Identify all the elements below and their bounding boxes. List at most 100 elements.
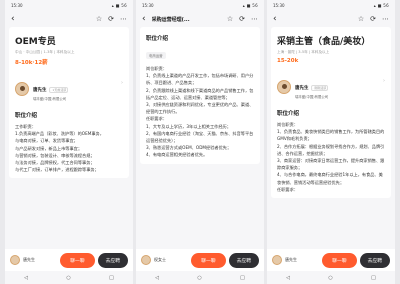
desc-line: 与营销对接，包装设计、审核等流程合规；	[15, 152, 95, 158]
desc-line: 岗位职责：	[146, 66, 167, 71]
apply-button[interactable]: 去应聘	[228, 252, 259, 268]
chat-button[interactable]: 聊一聊	[191, 252, 226, 268]
sys-home-icon[interactable]: ○	[66, 275, 70, 281]
system-nav-bar: ◁ ○ □	[267, 271, 395, 284]
job-card: 职位介绍 电商运营 岗位职责： 1、负责线上渠道的产品开发工作，包括市场调研、用…	[140, 27, 260, 164]
desc-line: 与法务对接，品牌授权，代工合同等事务；	[15, 160, 95, 166]
chevron-right-icon: ›	[121, 80, 123, 86]
recruiter-name: 唐先生	[295, 86, 309, 91]
nav-title: 采购运营经理(...	[151, 16, 190, 23]
job-description: 工作职责： 1.负责高端产品（彩妆、洗护等）的OEM事务， 与电商对接，订单、发…	[15, 123, 123, 173]
job-meta: 上海 · 普陀 | 3-5年 | 本科及以上	[277, 50, 330, 54]
status-icons: ▴ ■ 56	[373, 3, 389, 8]
system-nav-bar: ◁ ○ □	[136, 271, 264, 284]
desc-line: 2、负责跟踪线上渠道和线下渠道商品的产品销售工作，包括产品定位、运动、运营对接、…	[146, 87, 254, 100]
status-bar: 15:30 ▴ ■ 56	[5, 0, 133, 11]
job-title: 采销主管（食品/美妆）	[277, 37, 371, 47]
desc-line: 2、合作方拓展：根据业务规划寻找合作方，规划、品牌引进、合作运营，挖掘优质；	[277, 143, 385, 156]
bottom-action-bar: 唐先生 聊一聊 去应聘	[267, 249, 395, 271]
desc-line: 3、对接供应链资源和利润优化，专业更优的产品、渠道、经营的工作执行。	[146, 102, 254, 115]
bottom-action-bar: 唐先生 聊一聊 去应聘	[5, 249, 133, 271]
top-nav: ‹ ☆ ⟳ ⋯	[5, 11, 133, 27]
job-salary: 8-10k·12薪	[15, 60, 48, 66]
star-icon[interactable]: ☆	[96, 15, 102, 23]
active-badge: · 刚刚活跃	[310, 85, 329, 91]
bottom-action-bar: 权女士 聊一聊 去应聘	[136, 249, 264, 271]
sys-home-icon[interactable]: ○	[328, 275, 332, 281]
more-icon[interactable]: ⋯	[382, 15, 389, 23]
more-icon[interactable]: ⋯	[251, 15, 258, 23]
avatar	[272, 255, 282, 265]
job-tag: 电商运营	[146, 52, 166, 59]
status-icons: ▴ ■ 56	[111, 3, 127, 8]
avatar	[277, 79, 291, 94]
screen-1: 15:30 ▴ ■ 56 ‹ ☆ ⟳ ⋯ OEM专员 中山 · 中山公园 | 1…	[5, 0, 133, 284]
status-bar: 15:30 ▴ ■ 56	[136, 0, 264, 11]
sys-home-icon[interactable]: ○	[197, 275, 201, 281]
avatar	[15, 81, 29, 96]
recruiter-company: 瑞丰盛(中国)有限公司	[33, 97, 67, 101]
status-icons: ▴ ■ 56	[242, 3, 258, 8]
desc-line: 1、大专及以上学历，3年以上相关工作经历；	[146, 123, 231, 129]
desc-line: 1、负责线上渠道的产品开发工作，包括市场调研、用户分析、项目跟进、产品售卖；	[146, 73, 254, 86]
screen-3: 15:30 ▴ ■ 56 ‹ ☆ ⟳ ⋯ 采销主管（食品/美妆） 上海 · 普陀…	[267, 0, 395, 284]
share-icon[interactable]: ⟳	[108, 15, 114, 23]
top-nav: ‹ ☆ ⟳ ⋯	[267, 11, 395, 27]
section-title: 职位介绍	[15, 113, 38, 119]
status-time: 15:30	[273, 3, 285, 8]
recruiter-row[interactable]: 唐先生 · 1天前活跃 瑞丰盛(中国)有限公司 ›	[15, 72, 123, 105]
back-icon[interactable]: ‹	[273, 14, 277, 24]
apply-button[interactable]: 去应聘	[359, 252, 390, 268]
share-icon[interactable]: ⟳	[239, 15, 245, 23]
desc-line: 3、商家运营：对接商家日常运营工作，提升商家销售、跟踪商家服务；	[277, 158, 385, 171]
more-icon[interactable]: ⋯	[120, 15, 127, 23]
bottom-recruiter-name: 唐先生	[23, 257, 35, 262]
desc-line: 任职要求：	[146, 116, 167, 122]
desc-line: 4、与合作电商，最终电商行业经验1年以上，有食品、美妆快销、营销活动等运营经验优…	[277, 172, 383, 185]
sys-recent-icon[interactable]: □	[240, 275, 245, 281]
job-description: 岗位职责： 1、负责食品、美妆快销类目的销售工作，为所管辖类目的GMV和毛利负责…	[277, 121, 385, 193]
job-card: OEM专员 中山 · 中山公园 | 1-3年 | 本科及以上 8-10k·12薪…	[9, 27, 129, 179]
apply-button[interactable]: 去应聘	[97, 252, 128, 268]
section-title: 职位介绍	[277, 111, 300, 117]
chevron-right-icon: ›	[383, 78, 385, 84]
bottom-recruiter-name: 权女士	[154, 257, 166, 262]
desc-line: 1、负责食品、美妆快销类目的销售工作，为所管辖类目的GMV和毛利负责；	[277, 129, 385, 142]
job-card: 采销主管（食品/美妆） 上海 · 普陀 | 3-5年 | 本科及以上 15-20…	[271, 27, 391, 199]
desc-line: 任职要求：	[277, 186, 298, 192]
status-time: 15:30	[142, 3, 154, 8]
bottom-recruiter-name: 唐先生	[285, 257, 297, 262]
desc-line: 1.负责高端产品（彩妆、洗护等）的OEM事务，	[15, 131, 104, 137]
sys-back-icon[interactable]: ◁	[286, 275, 290, 281]
recruiter-name: 唐先生	[33, 88, 47, 93]
status-bar: 15:30 ▴ ■ 56	[267, 0, 395, 11]
star-icon[interactable]: ☆	[358, 15, 364, 23]
recruiter-company: 瑞丰盛(中国)有限公司	[295, 95, 329, 99]
share-icon[interactable]: ⟳	[370, 15, 376, 23]
sys-back-icon[interactable]: ◁	[24, 275, 28, 281]
back-icon[interactable]: ‹	[142, 14, 146, 24]
screen-2: 15:30 ▴ ■ 56 ‹ 采购运营经理(... ☆ ⟳ ⋯ 职位介绍 电商运…	[136, 0, 264, 284]
recruiter-row[interactable]: 唐先生 · 刚刚活跃 瑞丰盛(中国)有限公司 ›	[277, 70, 385, 103]
star-icon[interactable]: ☆	[227, 15, 233, 23]
desc-line: 与代工厂对接，订单排产，进程跟踪等事务；	[15, 167, 99, 173]
active-badge: · 1天前活跃	[48, 87, 69, 93]
avatar	[141, 255, 151, 265]
chat-button[interactable]: 聊一聊	[322, 252, 357, 268]
job-salary: 15-20k	[277, 58, 299, 64]
job-meta: 中山 · 中山公园 | 1-3年 | 本科及以上	[15, 50, 75, 54]
system-nav-bar: ◁ ○ □	[5, 271, 133, 284]
job-title: OEM专员	[15, 37, 56, 47]
desc-line: 3、熟悉运营方式或OEM、ODM经验者优先；	[146, 145, 232, 151]
sys-recent-icon[interactable]: □	[371, 275, 376, 281]
job-description: 岗位职责： 1、负责线上渠道的产品开发工作，包括市场调研、用户分析、项目跟进、产…	[146, 65, 254, 159]
desc-line: 岗位职责：	[277, 122, 298, 127]
desc-line: 与产品研发对接，新品上市等事宜；	[15, 145, 83, 151]
sys-back-icon[interactable]: ◁	[155, 275, 159, 281]
sys-recent-icon[interactable]: □	[109, 275, 114, 281]
desc-line: 2、有国内电商行业经验（淘宝、天猫、京东、抖音等平台运营经验优先）；	[146, 130, 254, 144]
back-icon[interactable]: ‹	[11, 14, 15, 24]
top-nav: ‹ 采购运营经理(... ☆ ⟳ ⋯	[136, 11, 264, 27]
chat-button[interactable]: 聊一聊	[60, 252, 95, 268]
desc-line: 与电商对接，订单、发货等事宜；	[15, 138, 78, 144]
